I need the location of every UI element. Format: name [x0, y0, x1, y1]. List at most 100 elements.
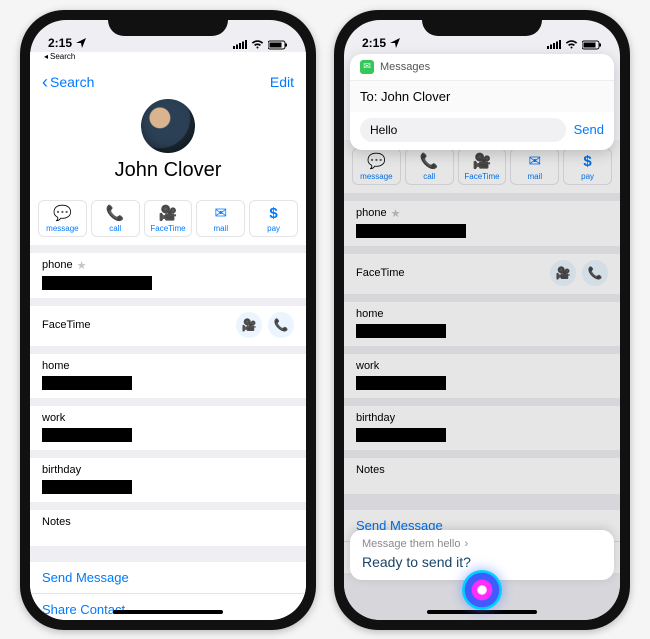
back-label: Search: [50, 74, 94, 90]
contact-header: John Clover: [30, 97, 306, 192]
field-label: birthday: [42, 464, 294, 476]
facetime-audio-button[interactable]: 📞: [268, 312, 294, 338]
battery-icon: [582, 40, 602, 50]
wifi-icon: [251, 40, 264, 49]
field-label: home: [42, 360, 294, 372]
home-indicator[interactable]: [113, 610, 223, 614]
redacted-value: [356, 324, 446, 338]
phone-section[interactable]: phone ★: [344, 201, 620, 246]
message-icon: 💬: [53, 206, 72, 222]
device-right: 2:15 ✉ Messages To: John Clover: [334, 10, 630, 630]
status-time: 2:15: [362, 36, 386, 50]
redacted-value: [42, 376, 132, 390]
message-button[interactable]: 💬 message: [38, 200, 87, 237]
action-label: mail: [213, 224, 228, 233]
pay-icon: $: [583, 154, 591, 170]
action-label: pay: [581, 172, 594, 181]
siri-prompt-text: Ready to send it?: [362, 554, 602, 570]
star-icon: ★: [77, 259, 87, 272]
field-label: phone: [356, 207, 387, 219]
screen-contacts: 2:15 ◂ Search ‹: [30, 20, 306, 620]
pay-icon: $: [269, 206, 277, 222]
pay-button[interactable]: $pay: [249, 200, 298, 237]
chevron-left-icon: ‹: [42, 72, 48, 93]
field-label: birthday: [356, 412, 608, 424]
contact-details: phone ★ FaceTime 🎥 📞 home work birthday: [30, 245, 306, 620]
field-label: FaceTime: [42, 319, 91, 331]
facetime-icon: 🎥: [473, 154, 492, 170]
facetime-video-button[interactable]: 🎥: [550, 260, 576, 286]
call-button[interactable]: 📞 call: [405, 148, 454, 185]
field-label: Notes: [356, 464, 608, 476]
mail-icon: ✉: [215, 206, 228, 222]
action-label: call: [423, 172, 435, 181]
redacted-value: [356, 224, 466, 238]
work-section[interactable]: work: [30, 406, 306, 450]
home-section[interactable]: home: [30, 354, 306, 398]
messages-app-icon: ✉: [360, 60, 374, 74]
status-time: 2:15: [48, 36, 72, 50]
notes-section[interactable]: Notes: [344, 458, 620, 494]
share-contact-link[interactable]: Share Contact: [30, 593, 306, 620]
field-label: FaceTime: [356, 267, 405, 279]
call-button[interactable]: 📞call: [91, 200, 140, 237]
action-label: message: [46, 224, 78, 233]
facetime-button[interactable]: 🎥 FaceTime: [144, 200, 193, 237]
avatar[interactable]: [141, 99, 195, 153]
siri-subscript: Message them hello: [362, 538, 460, 550]
back-button[interactable]: ‹ Search: [42, 72, 94, 93]
to-prefix: To:: [360, 89, 377, 104]
send-message-link[interactable]: Send Message: [30, 562, 306, 593]
birthday-section[interactable]: birthday: [30, 458, 306, 502]
device-left: 2:15 ◂ Search ‹: [20, 10, 316, 630]
birthday-section[interactable]: birthday: [344, 406, 620, 450]
facetime-icon: 🎥: [159, 206, 178, 222]
call-icon: 📞: [420, 154, 439, 170]
message-icon: 💬: [367, 154, 386, 170]
chevron-right-icon: ›: [464, 538, 468, 550]
redacted-value: [42, 276, 152, 290]
call-icon: 📞: [106, 206, 125, 222]
message-button[interactable]: 💬 message: [352, 148, 401, 185]
notes-section[interactable]: Notes: [30, 510, 306, 546]
facetime-audio-button[interactable]: 📞: [582, 260, 608, 286]
phone-icon: 📞: [588, 266, 603, 280]
work-section[interactable]: work: [344, 354, 620, 398]
send-button[interactable]: Send: [574, 122, 604, 137]
field-label: home: [356, 308, 608, 320]
siri-to-row: To: John Clover: [350, 81, 614, 112]
video-icon: 🎥: [242, 318, 257, 332]
redacted-value: [42, 480, 132, 494]
video-icon: 🎥: [556, 266, 571, 280]
screen-siri: 2:15 ✉ Messages To: John Clover: [344, 20, 620, 620]
mail-button[interactable]: ✉mail: [510, 148, 559, 185]
star-icon: ★: [391, 207, 401, 220]
phone-section[interactable]: phone ★: [30, 253, 306, 298]
redacted-value: [356, 428, 446, 442]
facetime-button[interactable]: 🎥FaceTime: [458, 148, 507, 185]
location-icon: [390, 38, 400, 48]
breadcrumb[interactable]: ◂ Search: [44, 52, 75, 61]
phone-icon: 📞: [274, 318, 289, 332]
battery-icon: [268, 40, 288, 50]
contact-actions: 💬 message 📞call 🎥 FaceTime ✉ mail $pay: [30, 192, 306, 245]
breadcrumb-label: Search: [50, 52, 75, 61]
pay-button[interactable]: $ pay: [563, 148, 612, 185]
siri-draft-text[interactable]: Hello: [360, 118, 566, 142]
location-icon: [76, 38, 86, 48]
siri-message-card: ✉ Messages To: John Clover Hello Send: [350, 54, 614, 150]
edit-button[interactable]: Edit: [270, 74, 294, 90]
cell-signal-icon: [547, 40, 561, 49]
redacted-value: [42, 428, 132, 442]
action-label: message: [360, 172, 392, 181]
home-section[interactable]: home: [344, 302, 620, 346]
home-indicator[interactable]: [427, 610, 537, 614]
siri-orb[interactable]: [462, 570, 502, 610]
action-label: FaceTime: [150, 224, 185, 233]
field-label: phone: [42, 259, 73, 271]
facetime-video-button[interactable]: 🎥: [236, 312, 262, 338]
facetime-section: FaceTime 🎥 📞: [344, 254, 620, 294]
facetime-section: FaceTime 🎥 📞: [30, 306, 306, 346]
mail-icon: ✉: [529, 154, 542, 170]
mail-button[interactable]: ✉ mail: [196, 200, 245, 237]
